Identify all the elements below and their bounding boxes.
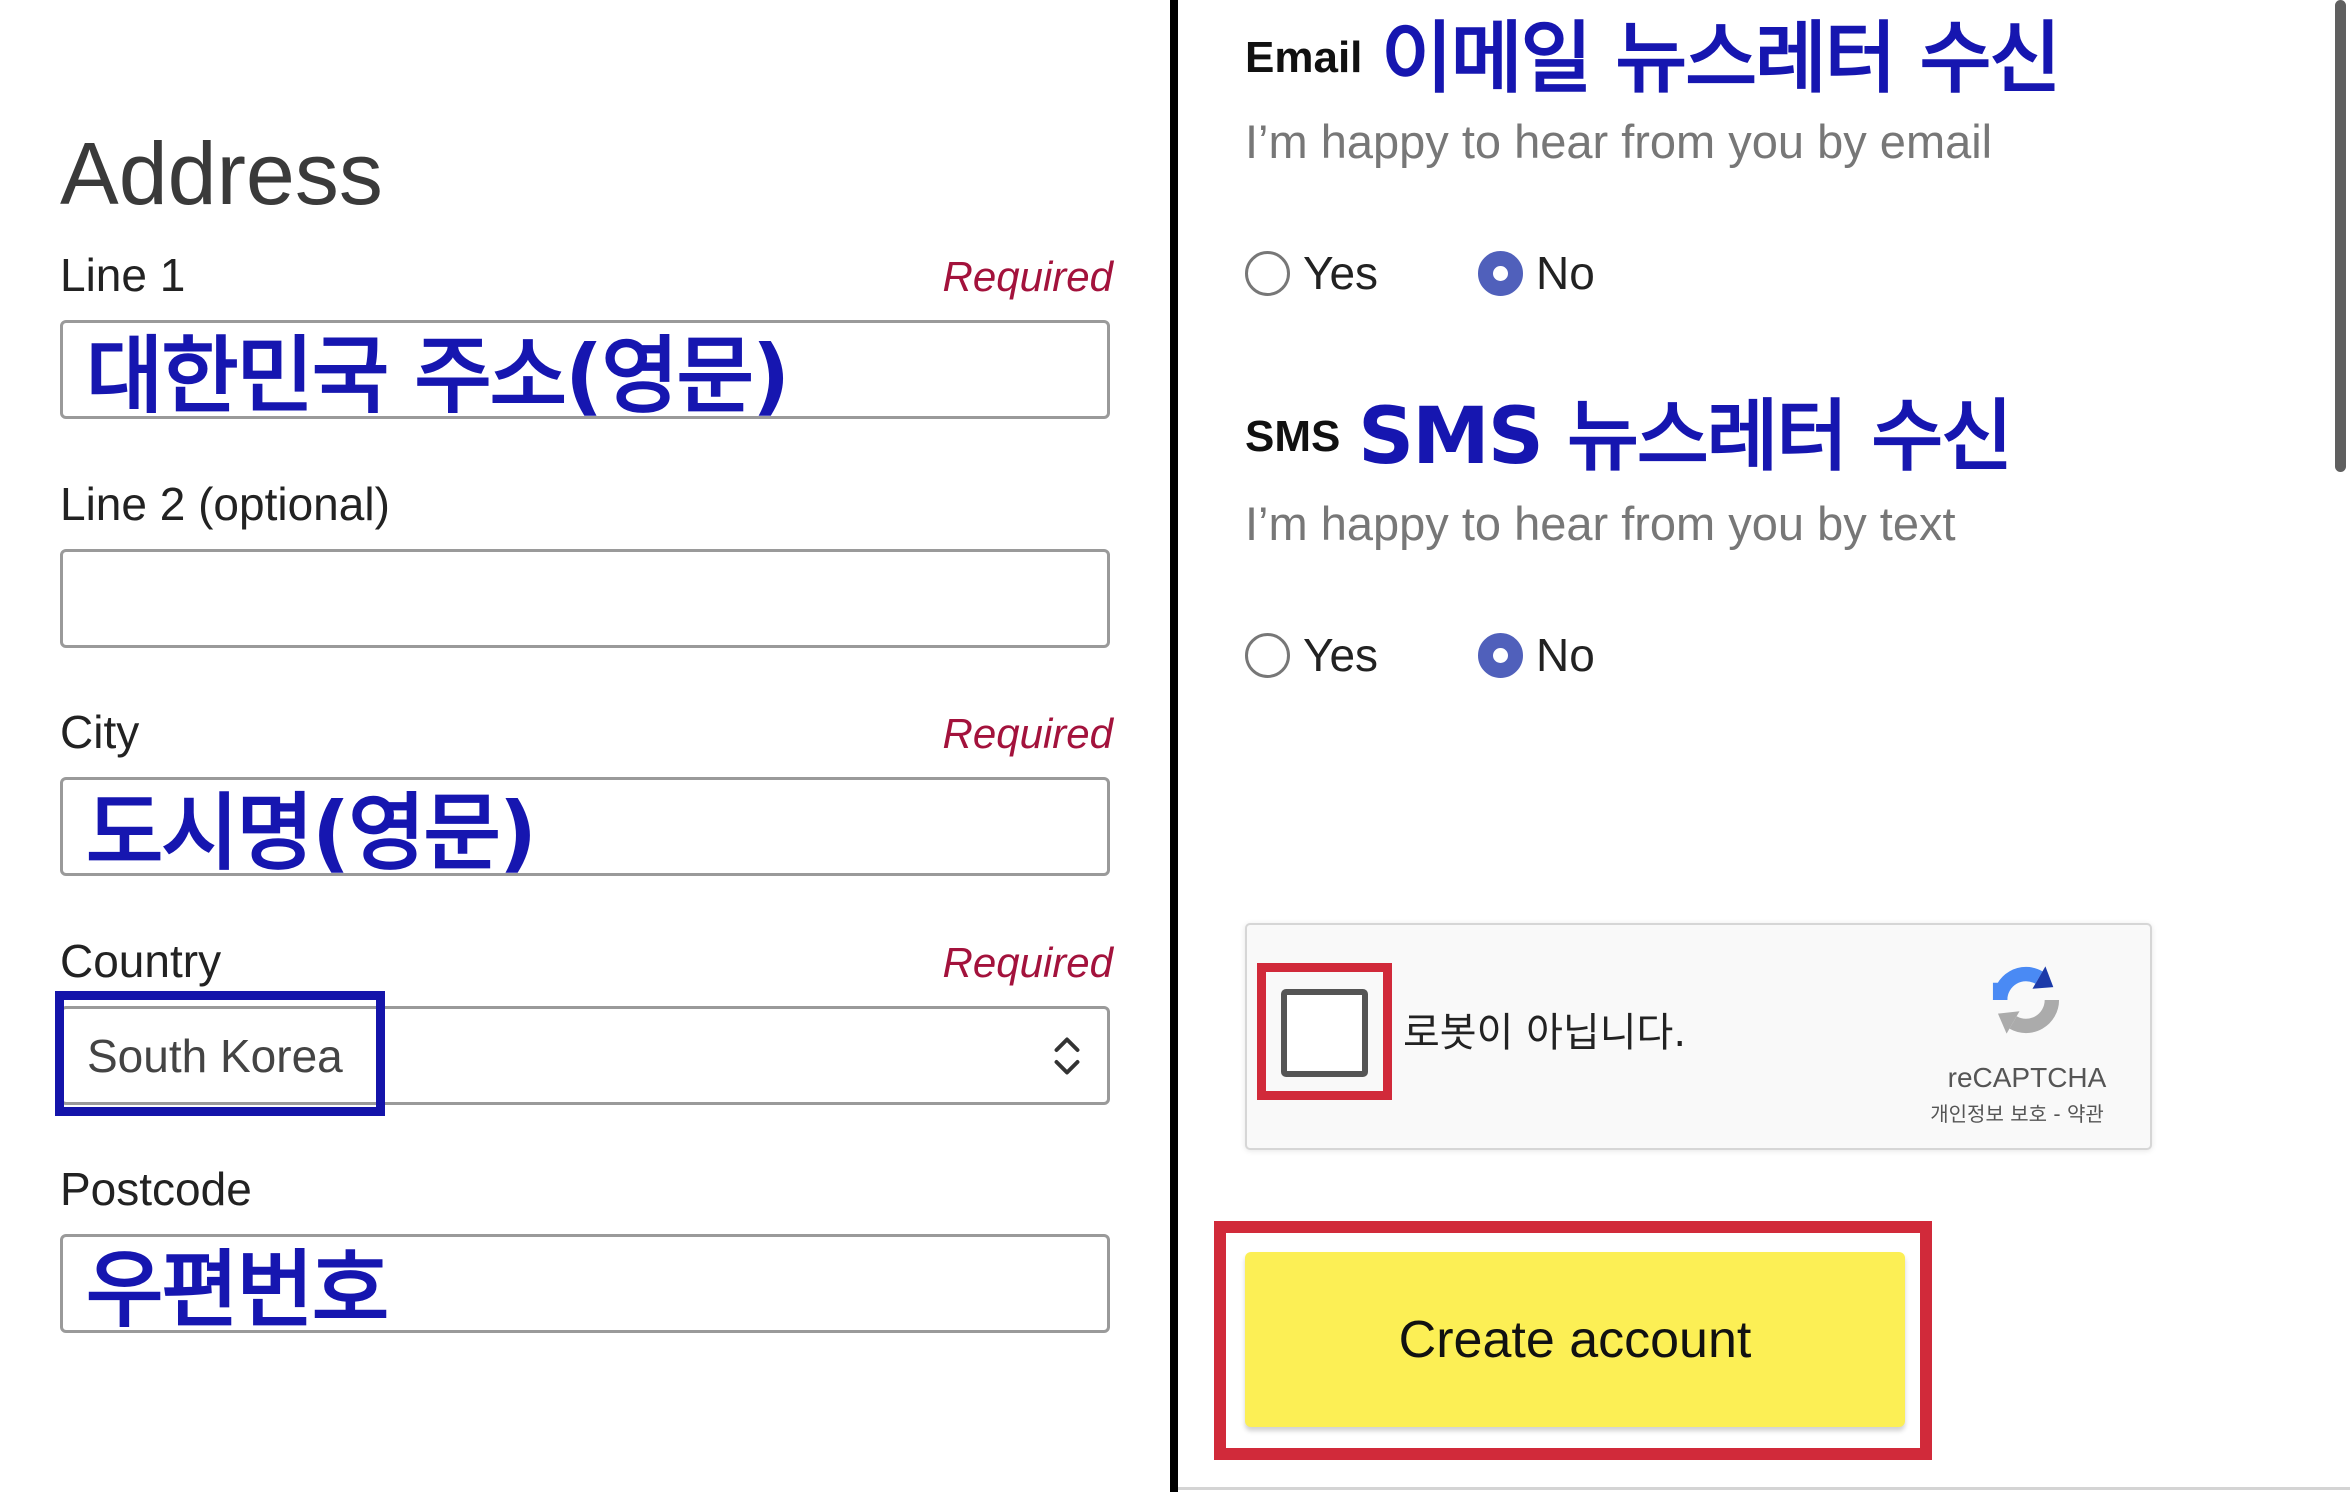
email-description: I’m happy to hear from you by email <box>1245 115 1993 168</box>
sms-annotation: SMS 뉴스레터 수신 <box>1358 392 2013 482</box>
sms-option-no-label: No <box>1536 629 1595 681</box>
postcode-label: Postcode <box>60 1163 252 1215</box>
sms-option-yes-label: Yes <box>1303 629 1379 681</box>
email-option-yes-label: Yes <box>1303 247 1379 299</box>
create-account-button[interactable]: Create account <box>1245 1252 1905 1427</box>
email-radio-group: Yes No <box>1245 250 1595 296</box>
sms-description: I’m happy to hear from you by text <box>1245 497 1956 550</box>
recaptcha-brand: reCAPTCHA <box>1947 1062 2107 1093</box>
line1-label: Line 1 <box>60 249 186 301</box>
email-tag: Email <box>1245 33 1363 82</box>
bottom-border <box>1178 1487 2350 1490</box>
country-required: Required <box>942 939 1113 986</box>
email-option-no-label: No <box>1536 247 1595 299</box>
email-option-no[interactable]: No <box>1478 250 1595 296</box>
recaptcha-privacy-terms-links[interactable]: 개인정보 보호 - 약관 <box>1917 1104 2117 1124</box>
sms-radio-yes[interactable] <box>1245 632 1290 678</box>
postcode-input[interactable] <box>60 1234 1110 1333</box>
email-annotation: 이메일 뉴스레터 수신 <box>1381 14 2061 104</box>
recaptcha-logo-icon <box>1980 954 2072 1046</box>
sms-option-no[interactable]: No <box>1478 632 1595 678</box>
city-required: Required <box>942 710 1113 757</box>
country-selected-value: South Korea <box>87 1029 343 1082</box>
address-section: Address Line 1 Required Line 2 (optional… <box>0 0 1113 1492</box>
address-heading: Address <box>60 124 383 223</box>
email-radio-no[interactable] <box>1478 250 1523 296</box>
city-label: City <box>60 706 140 758</box>
chevron-up-down-icon <box>1049 1033 1085 1079</box>
recaptcha-label: 로봇이 아닙니다. <box>1403 1010 1687 1056</box>
panel-divider <box>1170 0 1178 1492</box>
email-radio-yes[interactable] <box>1245 250 1290 296</box>
email-option-yes[interactable]: Yes <box>1245 250 1478 296</box>
line2-label: Line 2 (optional) <box>60 478 390 530</box>
line1-required: Required <box>942 253 1113 300</box>
sms-radio-no[interactable] <box>1478 632 1523 678</box>
city-input[interactable] <box>60 777 1110 876</box>
scrollbar-thumb[interactable] <box>2335 0 2346 472</box>
country-label: Country <box>60 935 222 987</box>
line1-input[interactable] <box>60 320 1110 419</box>
recaptcha-checkbox[interactable] <box>1281 989 1368 1077</box>
sms-tag: SMS <box>1245 412 1341 461</box>
line2-input[interactable] <box>60 549 1110 648</box>
recaptcha-widget: 로봇이 아닙니다. reCAPTCHA 개인정보 보호 - 약관 <box>1245 923 2152 1150</box>
sms-radio-group: Yes No <box>1245 632 1595 678</box>
country-select[interactable]: South Korea <box>60 1006 1110 1105</box>
sms-option-yes[interactable]: Yes <box>1245 632 1478 678</box>
